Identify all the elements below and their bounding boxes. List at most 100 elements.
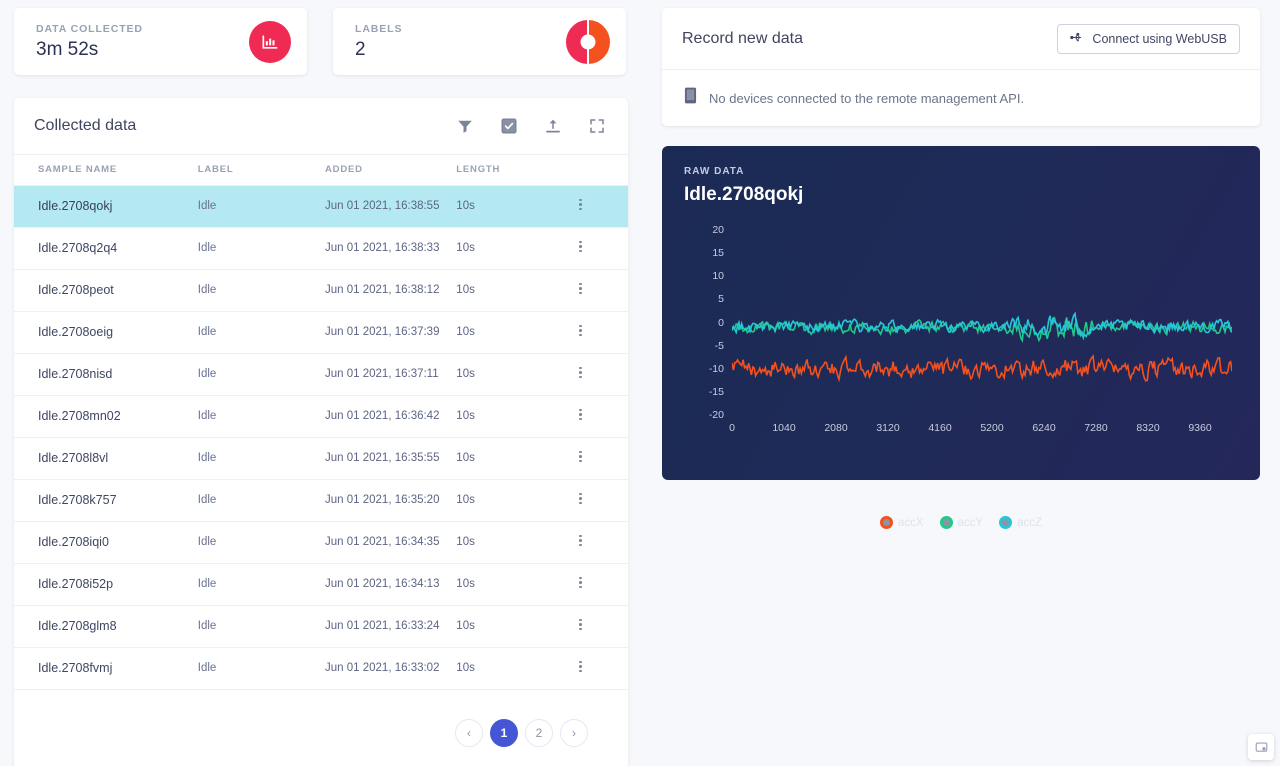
row-menu-icon[interactable] (579, 533, 582, 549)
x-axis-tick: 8320 (1136, 422, 1160, 434)
cell-label: Idle (197, 353, 326, 396)
cell-length: 10s (456, 437, 568, 480)
y-axis-tick: -10 (708, 362, 724, 375)
row-menu-icon[interactable] (579, 449, 582, 465)
usb-icon (1070, 31, 1085, 47)
cell-added: Jun 01 2021, 16:34:13 (325, 563, 457, 606)
left-column: DATA COLLECTED 3m 52s LABELS 2 Collected… (0, 0, 628, 766)
cell-length: 10s (456, 311, 568, 354)
cell-sample-name: Idle.2708nisd (14, 353, 198, 396)
cell-length: 10s (456, 353, 568, 396)
bar-chart-icon (249, 20, 291, 63)
table-row[interactable]: Idle.2708nisd Idle Jun 01 2021, 16:37:11 10… (14, 353, 628, 396)
x-axis-tick: 2080 (824, 422, 848, 434)
row-menu-icon[interactable] (579, 365, 582, 381)
table-row[interactable]: Idle.2708k757 Idle Jun 01 2021, 16:35:20 10… (14, 479, 628, 522)
column-header-added: ADDED (325, 155, 457, 186)
screenshot-widget-icon[interactable] (1248, 734, 1274, 760)
cell-added: Jun 01 2021, 16:34:35 (325, 521, 457, 564)
pagination: ‹ 1 2 › (14, 690, 628, 766)
expand-icon[interactable] (588, 117, 606, 135)
legend-item[interactable]: accY (939, 516, 983, 529)
raw-data-sample-title: Idle.2708qokj (684, 184, 804, 205)
cell-added: Jun 01 2021, 16:38:33 (325, 227, 457, 270)
connect-using-webusb-button[interactable]: Connect using WebUSB (1057, 23, 1240, 54)
cell-added: Jun 01 2021, 16:36:42 (325, 395, 457, 438)
chart-series-accZ (732, 314, 1232, 337)
legend-item[interactable]: accZ (999, 516, 1042, 529)
table-row[interactable]: Idle.2708l8vl Idle Jun 01 2021, 16:35:55 10… (14, 437, 628, 480)
column-header-sample-name: SAMPLE NAME (14, 155, 198, 186)
legend-item[interactable]: accX (879, 516, 924, 529)
chart-plot-area: 20 15 10 5 0 -5 -10 -15 -20 (709, 224, 1232, 421)
table-header: SAMPLE NAME LABEL ADDED LENGTH (14, 155, 628, 186)
cell-sample-name: Idle.2708l8vl (14, 437, 198, 480)
table-row[interactable]: Idle.2708q2q4 Idle Jun 01 2021, 16:38:33 10… (14, 227, 628, 270)
cell-added: Jun 01 2021, 16:38:55 (325, 185, 457, 228)
cell-sample-name: Idle.2708k757 (14, 479, 198, 522)
donut-chart-icon (566, 19, 610, 64)
cell-label: Idle (197, 395, 326, 438)
no-devices-message: No devices connected to the remote manag… (709, 90, 1025, 106)
legend-label: accX (897, 516, 924, 529)
row-menu-icon[interactable] (579, 239, 582, 255)
x-axis-tick: 9360 (1188, 422, 1212, 434)
row-menu-icon[interactable] (579, 659, 582, 675)
row-menu-icon[interactable] (579, 407, 582, 423)
filter-icon[interactable] (456, 117, 474, 135)
cell-label: Idle (197, 227, 326, 270)
device-icon (684, 87, 697, 109)
table-row[interactable]: Idle.2708mn02 Idle Jun 01 2021, 16:36:42 10… (14, 395, 628, 438)
table-row[interactable]: Idle.2708glm8 Idle Jun 01 2021, 16:33:24 10… (14, 605, 628, 648)
y-axis-tick: 10 (712, 270, 724, 283)
row-menu-icon[interactable] (579, 575, 582, 591)
cell-sample-name: Idle.2708peot (14, 269, 198, 312)
upload-icon[interactable] (544, 117, 562, 135)
pagination-page-1[interactable]: 1 (490, 718, 518, 747)
cell-sample-name: Idle.2708mn02 (14, 395, 198, 438)
y-axis-tick: 20 (712, 224, 724, 236)
legend-marker-icon (939, 516, 953, 529)
collected-data-toolbar (456, 117, 606, 135)
cell-length: 10s (456, 521, 568, 564)
chart-series-svg (732, 230, 1232, 415)
cell-length: 10s (456, 185, 568, 228)
pagination-page-2[interactable]: 2 (525, 718, 553, 747)
table-row[interactable]: Idle.2708peot Idle Jun 01 2021, 16:38:12 10… (14, 269, 628, 312)
table-row[interactable]: Idle.2708iqi0 Idle Jun 01 2021, 16:34:35 10… (14, 521, 628, 564)
table-body: Idle.2708qokj Idle Jun 01 2021, 16:38:55 10… (14, 185, 628, 690)
table-row[interactable]: Idle.2708qokj Idle Jun 01 2021, 16:38:55 10… (14, 185, 628, 228)
table-row[interactable]: Idle.2708i52p Idle Jun 01 2021, 16:34:13 10… (14, 563, 628, 606)
cell-length: 10s (456, 563, 568, 606)
cell-label: Idle (197, 563, 326, 606)
metric-value-labels: 2 (355, 38, 366, 60)
cell-sample-name: Idle.2708qokj (14, 185, 198, 228)
pagination-prev-button[interactable]: ‹ (455, 718, 483, 747)
app-root: DATA COLLECTED 3m 52s LABELS 2 Collected… (0, 0, 1280, 766)
y-axis-tick: 15 (712, 247, 724, 260)
row-menu-icon[interactable] (579, 491, 582, 507)
row-menu-icon[interactable] (579, 281, 582, 297)
page-title: Collected data (34, 117, 137, 134)
y-axis-tick: -20 (708, 409, 724, 421)
metric-cards-row: DATA COLLECTED 3m 52s LABELS 2 (14, 8, 628, 75)
metric-text-group: DATA COLLECTED 3m 52s (36, 23, 143, 61)
select-all-checkbox-icon[interactable] (500, 117, 518, 135)
row-menu-icon[interactable] (579, 617, 582, 633)
table-row[interactable]: Idle.2708oeig Idle Jun 01 2021, 16:37:39 10… (14, 311, 628, 354)
pagination-next-button[interactable]: › (560, 718, 588, 747)
cell-sample-name: Idle.2708glm8 (14, 605, 198, 648)
cell-sample-name: Idle.2708fvmj (14, 647, 198, 690)
x-axis-tick: 4160 (928, 422, 952, 434)
cell-length: 10s (456, 395, 568, 438)
row-menu-icon[interactable] (579, 323, 582, 339)
cell-added: Jun 01 2021, 16:37:39 (325, 311, 457, 354)
cell-sample-name: Idle.2708i52p (14, 563, 198, 606)
row-menu-icon[interactable] (579, 197, 582, 213)
table-row[interactable]: Idle.2708fvmj Idle Jun 01 2021, 16:33:02 10… (14, 647, 628, 690)
column-header-actions (567, 155, 628, 186)
cell-added: Jun 01 2021, 16:37:11 (325, 353, 457, 396)
record-new-data-card: Record new data Connect using WebUSB No … (662, 8, 1260, 126)
column-header-length: LENGTH (456, 155, 568, 186)
cell-label: Idle (197, 605, 326, 648)
